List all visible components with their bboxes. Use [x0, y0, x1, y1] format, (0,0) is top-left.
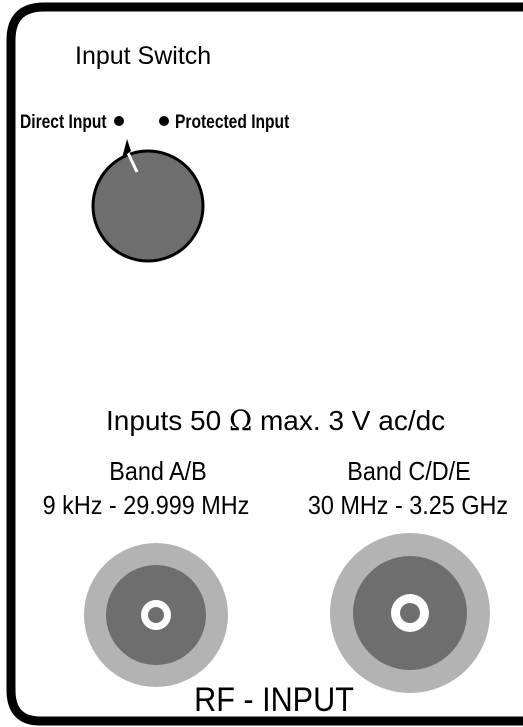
protected-input-dot	[159, 116, 169, 126]
input-spec-line: Inputs 50 Ω max. 3 V ac/dc	[106, 407, 445, 435]
front-panel: Input Switch Direct Input Protected Inpu…	[0, 0, 523, 727]
direct-input-dot	[114, 116, 124, 126]
band-ab-range: 9 kHz - 29.999 MHz	[42, 490, 250, 520]
input-spec-prefix: Inputs 50	[106, 405, 222, 436]
bnc-connector-band-ab[interactable]	[84, 543, 228, 687]
n-connector-band-cde[interactable]	[330, 533, 490, 693]
input-spec-suffix: max. 3 V ac/dc	[259, 405, 446, 436]
direct-input-label: Direct Input	[20, 112, 107, 133]
band-ab-label: Band A/B	[109, 456, 207, 486]
protected-input-label: Protected Input	[175, 112, 290, 133]
input-switch-knob[interactable]	[91, 139, 205, 263]
rf-input-label: RF - INPUT	[194, 681, 354, 719]
band-cde-label: Band C/D/E	[347, 456, 471, 486]
panel-graphics	[6, 2, 523, 726]
switch-title: Input Switch	[75, 42, 212, 70]
band-cde-range: 30 MHz - 3.25 GHz	[307, 490, 509, 520]
ohm-symbol: Ω	[228, 404, 253, 437]
